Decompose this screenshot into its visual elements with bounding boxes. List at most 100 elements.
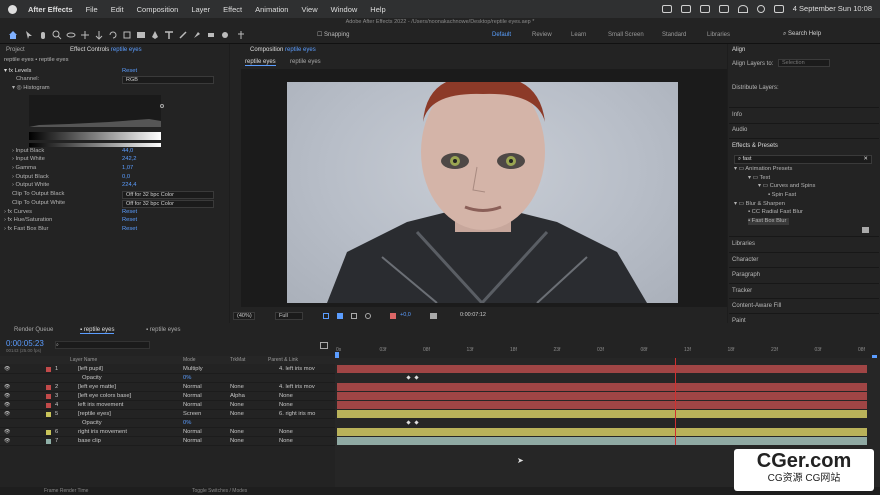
parent-dropdown[interactable]: None bbox=[279, 392, 293, 400]
param-input-white[interactable]: › Input White bbox=[12, 156, 45, 163]
status-icon[interactable] bbox=[680, 4, 691, 13]
histogram-handle[interactable] bbox=[160, 104, 164, 108]
hue-reset-button[interactable]: Reset bbox=[122, 217, 137, 224]
pen-tool-icon[interactable] bbox=[150, 30, 160, 40]
orbit-tool-icon[interactable] bbox=[66, 30, 76, 40]
tab-timeline-comp[interactable]: ▪ reptile eyes bbox=[80, 327, 115, 334]
apple-icon[interactable] bbox=[8, 4, 17, 14]
trkmat-dropdown[interactable]: None bbox=[230, 428, 244, 436]
rotation-tool-icon[interactable] bbox=[108, 30, 118, 40]
layer-row[interactable]: 👁 5 [reptile eyes] Screen None 6. right iris … bbox=[0, 410, 335, 419]
eraser-tool-icon[interactable] bbox=[206, 30, 216, 40]
effect-levels[interactable]: ▾ fx Levels bbox=[4, 68, 31, 75]
property-name[interactable]: Opacity bbox=[82, 419, 102, 427]
home-icon[interactable] bbox=[8, 30, 18, 40]
menu-help[interactable]: Help bbox=[370, 5, 385, 14]
label-color-swatch[interactable] bbox=[46, 412, 51, 417]
tab-composition[interactable]: Composition reptile eyes bbox=[250, 47, 316, 53]
param-input-black[interactable]: › Input Black bbox=[12, 148, 44, 155]
mode-dropdown[interactable]: Normal bbox=[183, 428, 202, 436]
property-value[interactable]: 0% bbox=[183, 419, 191, 427]
layer-bar[interactable] bbox=[337, 410, 867, 418]
layer-row[interactable]: 👁 3 [left eye colors base] Normal Alpha None bbox=[0, 392, 335, 401]
app-menu[interactable]: After Effects bbox=[28, 5, 73, 14]
property-row[interactable]: Opacity 0% bbox=[0, 419, 335, 428]
curves-reset-button[interactable]: Reset bbox=[122, 209, 137, 216]
visibility-eye-icon[interactable]: 👁 bbox=[4, 437, 10, 445]
menu-layer[interactable]: Layer bbox=[191, 5, 210, 14]
effects-search-input[interactable]: ⌕ fast ✕ bbox=[734, 155, 872, 164]
mode-dropdown[interactable]: Normal bbox=[183, 392, 202, 400]
param-value[interactable]: 0,0 bbox=[122, 174, 130, 181]
comp-subtab[interactable]: reptile eyes bbox=[290, 59, 321, 65]
search-help[interactable]: ⌕ Search Help bbox=[783, 31, 875, 41]
mode-dropdown[interactable]: Normal bbox=[183, 383, 202, 391]
label-color-swatch[interactable] bbox=[46, 367, 51, 372]
roto-brush-icon[interactable] bbox=[220, 30, 230, 40]
snapping-toggle[interactable]: ☐ Snapping bbox=[317, 31, 349, 38]
keyframe-icon[interactable] bbox=[414, 375, 419, 380]
tree-spin-fast[interactable]: ▪ Spin Fast bbox=[768, 192, 796, 199]
comp-subtab[interactable]: reptile eyes bbox=[245, 59, 276, 66]
parent-dropdown[interactable]: 4. left iris mov bbox=[279, 365, 315, 373]
hand-tool-icon[interactable] bbox=[38, 30, 48, 40]
puppet-tool-icon[interactable] bbox=[236, 30, 246, 40]
effect-fast-box-blur[interactable]: › fx Fast Box Blur bbox=[4, 226, 48, 233]
workspace-default[interactable]: Default bbox=[492, 32, 511, 38]
battery-icon[interactable] bbox=[718, 4, 729, 13]
menu-view[interactable]: View bbox=[301, 5, 317, 14]
tree-blur-sharpen[interactable]: ▾ ▭ Blur & Sharpen bbox=[734, 201, 785, 208]
label-color-swatch[interactable] bbox=[46, 403, 51, 408]
keyframe-icon[interactable] bbox=[414, 420, 419, 425]
property-value[interactable]: 0% bbox=[183, 374, 191, 382]
layer-search-input[interactable]: ⌕ bbox=[55, 341, 150, 349]
layer-name[interactable]: base clip bbox=[78, 437, 101, 445]
param-output-black[interactable]: › Output Black bbox=[12, 174, 49, 181]
output-gradient[interactable] bbox=[29, 143, 161, 147]
clone-tool-icon[interactable] bbox=[192, 30, 202, 40]
layer-row[interactable]: 👁 7 base clip Normal None None bbox=[0, 437, 335, 446]
param-value[interactable]: 242,2 bbox=[122, 156, 137, 163]
tree-cc-radial-fast-blur[interactable]: ▪ CC Radial Fast Blur bbox=[748, 209, 803, 216]
audio-panel-title[interactable]: Audio bbox=[732, 127, 747, 133]
clip-white-dropdown[interactable]: Off for 32 bpc Color bbox=[122, 200, 214, 208]
current-time-indicator[interactable] bbox=[675, 358, 676, 445]
character-panel-title[interactable]: Character bbox=[732, 257, 758, 263]
levels-reset-button[interactable]: Reset bbox=[122, 68, 137, 75]
effect-curves[interactable]: › fx Curves bbox=[4, 209, 32, 216]
transparency-grid-icon[interactable] bbox=[337, 313, 343, 319]
menu-window[interactable]: Window bbox=[331, 5, 358, 14]
tab-render-queue[interactable]: Render Queue bbox=[14, 327, 53, 333]
shape-tool-icon[interactable] bbox=[136, 30, 146, 40]
keyframe-track[interactable] bbox=[337, 374, 867, 382]
timeline-timecode[interactable]: 0:00:05:23 bbox=[6, 339, 44, 348]
tab-timeline-comp-2[interactable]: ▪ reptile eyes bbox=[146, 327, 180, 333]
paragraph-panel-title[interactable]: Paragraph bbox=[732, 272, 760, 278]
content-aware-fill-title[interactable]: Content-Aware Fill bbox=[732, 303, 781, 309]
tab-effect-controls[interactable]: Effect Controls reptile eyes bbox=[70, 47, 142, 53]
workspace-review[interactable]: Review bbox=[532, 32, 552, 38]
tree-text[interactable]: ▾ ▭ Text bbox=[748, 175, 770, 182]
zoom-tool-icon[interactable] bbox=[52, 30, 62, 40]
tree-animation-presets[interactable]: ▾ ▭ Animation Presets bbox=[734, 166, 792, 173]
param-gamma[interactable]: › Gamma bbox=[12, 165, 36, 172]
workspace-standard[interactable]: Standard bbox=[662, 32, 686, 38]
parent-dropdown[interactable]: 6. right iris mo bbox=[279, 410, 315, 418]
wifi-icon[interactable] bbox=[737, 4, 748, 13]
control-center-icon[interactable] bbox=[773, 4, 784, 13]
toggle-switches[interactable]: Toggle Switches / Modes bbox=[192, 488, 247, 494]
tree-curves-spins[interactable]: ▾ ▭ Curves and Spins bbox=[758, 183, 815, 190]
layer-bar[interactable] bbox=[337, 365, 867, 373]
clear-search-icon[interactable]: ✕ bbox=[863, 156, 868, 163]
property-row[interactable]: Opacity 0% bbox=[0, 374, 335, 383]
mode-dropdown[interactable]: Normal bbox=[183, 401, 202, 409]
layer-row[interactable]: 👁 4 left iris movement Normal None None bbox=[0, 401, 335, 410]
brush-tool-icon[interactable] bbox=[178, 30, 188, 40]
layer-name[interactable]: left iris movement bbox=[78, 401, 123, 409]
tree-fast-box-blur[interactable]: ▪ Fast Box Blur bbox=[748, 218, 790, 225]
channel-icon[interactable] bbox=[365, 313, 371, 319]
layer-name[interactable]: [reptile eyes] bbox=[78, 410, 111, 418]
blur-reset-button[interactable]: Reset bbox=[122, 226, 137, 233]
clip-black-dropdown[interactable]: Off for 32 bpc Color bbox=[122, 191, 214, 199]
anchor-tool-icon[interactable] bbox=[122, 30, 132, 40]
